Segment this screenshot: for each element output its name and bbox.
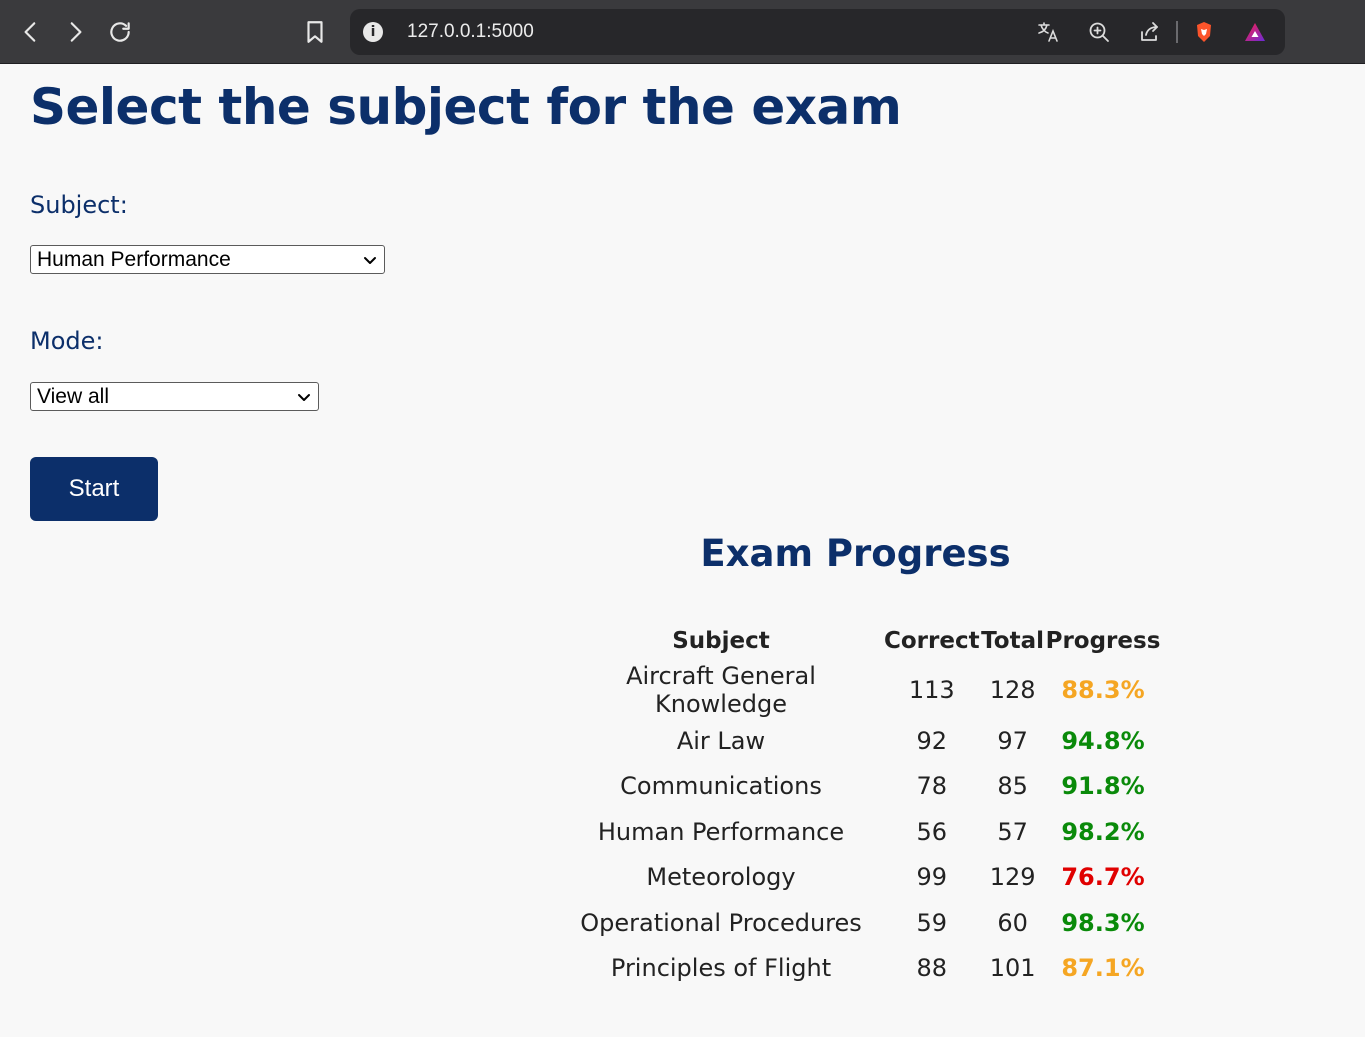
info-icon[interactable]: i bbox=[363, 22, 383, 42]
header-subject: Subject bbox=[672, 628, 770, 654]
page-title: Select the subject for the exam bbox=[30, 78, 902, 136]
table-row: Operational Procedures 59 60 98.3% bbox=[558, 900, 1160, 946]
row-total: 129 bbox=[989, 863, 1036, 892]
chevron-down-icon bbox=[364, 257, 376, 264]
table-row: Human Performance 56 57 98.2% bbox=[558, 809, 1160, 855]
row-total: 57 bbox=[997, 817, 1028, 846]
row-progress: 98.2% bbox=[1061, 817, 1145, 846]
table-row: Aircraft General Knowledge 113 128 88.3% bbox=[558, 662, 1160, 718]
start-button[interactable]: Start bbox=[30, 457, 158, 521]
subject-select[interactable]: Human Performance bbox=[30, 245, 385, 274]
table-header-row: Subject Correct Total Progress bbox=[558, 620, 1160, 662]
browser-toolbar: i 127.0.0.1:5000 bbox=[0, 0, 1365, 64]
row-correct: 78 bbox=[916, 772, 948, 801]
row-correct: 99 bbox=[916, 863, 948, 892]
progress-title: Exam Progress bbox=[700, 532, 1011, 575]
table-row: Principles of Flight 88 101 87.1% bbox=[558, 946, 1160, 992]
row-correct: 56 bbox=[916, 817, 948, 846]
row-subject: Aircraft General Knowledge bbox=[626, 662, 816, 718]
row-subject: Communications bbox=[620, 772, 822, 801]
url-text[interactable]: 127.0.0.1:5000 bbox=[407, 21, 534, 43]
table-row: Meteorology 99 129 76.7% bbox=[558, 855, 1160, 901]
row-correct: 59 bbox=[916, 908, 948, 937]
row-progress: 76.7% bbox=[1061, 863, 1145, 892]
header-correct: Correct bbox=[884, 628, 980, 654]
row-total: 97 bbox=[997, 726, 1028, 755]
mode-select[interactable]: View all bbox=[30, 382, 319, 411]
bookmark-icon[interactable] bbox=[300, 17, 330, 47]
row-progress: 87.1% bbox=[1061, 954, 1145, 983]
row-progress: 88.3% bbox=[1061, 676, 1145, 704]
row-correct: 92 bbox=[916, 726, 948, 755]
forward-icon[interactable] bbox=[60, 17, 90, 47]
row-total: 85 bbox=[997, 772, 1028, 801]
row-progress: 91.8% bbox=[1061, 772, 1145, 801]
row-total: 60 bbox=[997, 908, 1028, 937]
reload-icon[interactable] bbox=[105, 17, 135, 47]
row-subject: Air Law bbox=[676, 726, 766, 755]
subject-select-value: Human Performance bbox=[37, 247, 231, 271]
subject-label: Subject: bbox=[30, 191, 128, 219]
table-row: Communications 78 85 91.8% bbox=[558, 764, 1160, 810]
address-bar[interactable]: i 127.0.0.1:5000 bbox=[350, 9, 1285, 55]
back-icon[interactable] bbox=[16, 17, 46, 47]
share-icon[interactable] bbox=[1138, 20, 1164, 46]
row-total: 128 bbox=[989, 676, 1036, 704]
brave-rewards-icon[interactable] bbox=[1243, 20, 1269, 46]
row-progress: 94.8% bbox=[1061, 726, 1145, 755]
header-progress: Progress bbox=[1045, 628, 1161, 654]
zoom-icon[interactable] bbox=[1087, 20, 1113, 46]
chevron-down-icon bbox=[298, 394, 310, 401]
toolbar-divider bbox=[1176, 21, 1178, 43]
progress-table: Subject Correct Total Progress Aircraft … bbox=[558, 620, 1160, 991]
row-subject: Principles of Flight bbox=[610, 954, 832, 983]
mode-label: Mode: bbox=[30, 327, 104, 355]
row-progress: 98.3% bbox=[1061, 908, 1145, 937]
header-total: Total bbox=[981, 628, 1045, 654]
row-correct: 88 bbox=[916, 954, 948, 983]
mode-select-value: View all bbox=[37, 384, 109, 408]
translate-icon[interactable] bbox=[1036, 20, 1062, 46]
row-correct: 113 bbox=[908, 676, 955, 704]
row-subject: Meteorology bbox=[646, 863, 796, 892]
row-subject: Operational Procedures bbox=[580, 908, 862, 937]
brave-shield-icon[interactable] bbox=[1192, 20, 1218, 46]
row-total: 101 bbox=[989, 954, 1036, 983]
table-row: Air Law 92 97 94.8% bbox=[558, 718, 1160, 764]
row-subject: Human Performance bbox=[597, 817, 845, 846]
